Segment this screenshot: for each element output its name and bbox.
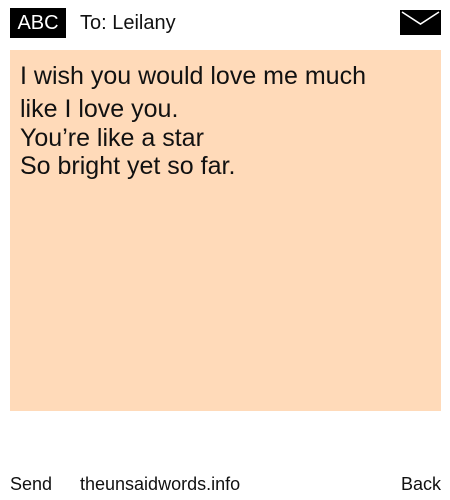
message-line: You’re like a star <box>20 124 204 152</box>
envelope-icon <box>400 10 441 35</box>
message-line: I wish you would love me much <box>20 62 366 90</box>
send-button[interactable]: Send <box>10 470 52 498</box>
message-line: like I love you. <box>20 95 179 123</box>
back-button[interactable]: Back <box>401 470 441 498</box>
message-line: So bright yet so far. <box>20 152 236 180</box>
message-header: ABC To: Leilany <box>0 0 450 46</box>
recipient-label: To: Leilany <box>80 12 176 34</box>
input-mode-badge[interactable]: ABC <box>10 8 66 38</box>
site-link[interactable]: theunsaidwords.info <box>80 470 240 498</box>
softkey-bar: Send theunsaidwords.info Back <box>0 470 450 498</box>
message-body[interactable]: I wish you would love me much like I lov… <box>10 50 441 411</box>
